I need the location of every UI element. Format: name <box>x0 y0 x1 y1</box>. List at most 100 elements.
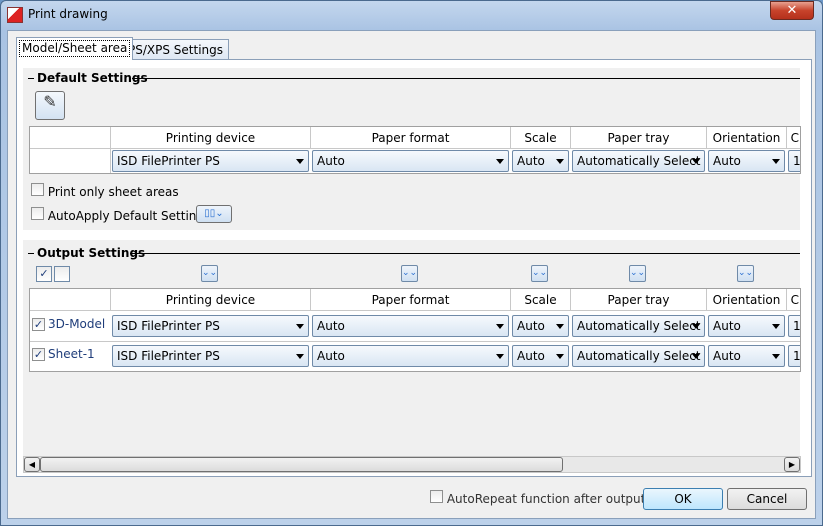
paper-value: Auto <box>317 349 345 363</box>
autorepeat-checkbox[interactable]: AutoRepeat function after output <box>430 490 645 506</box>
device-value: ISD FilePrinter PS <box>117 349 220 363</box>
column-header: Printing device <box>111 289 311 311</box>
print-only-sheet-areas-checkbox[interactable]: Print only sheet areas <box>31 183 179 199</box>
copies-value: 1 <box>793 319 801 333</box>
tray-value: Automatically Select <box>577 319 701 333</box>
chevron-down-icon <box>496 324 504 329</box>
edit-pen-button[interactable]: ✎ <box>35 91 65 120</box>
device-dropdown[interactable]: ISD FilePrinter PS <box>112 150 309 172</box>
row-checkbox[interactable]: ✓ <box>32 318 45 331</box>
chevron-down-icon <box>556 324 564 329</box>
pen-icon: ✎ <box>43 92 57 111</box>
column-header: Paper tray <box>571 127 707 149</box>
tray-dropdown[interactable]: Automatically Select <box>572 150 705 172</box>
apply-to-all-button[interactable]: ⌄⌄ <box>401 265 418 282</box>
chevron-down-icon <box>692 324 700 329</box>
row-divider <box>30 371 800 372</box>
column-header: Orientation <box>707 127 787 149</box>
tray-value: Automatically Select <box>577 154 701 168</box>
scrollbar-thumb[interactable] <box>40 457 563 472</box>
window-title: Print drawing <box>28 7 108 21</box>
chevron-down-icon <box>772 324 780 329</box>
chevron-down-icon <box>296 324 304 329</box>
autoapply-options-button[interactable]: ▯▯⌄ <box>196 205 232 223</box>
row-divider <box>30 173 800 174</box>
scroll-right-button[interactable]: ▶ <box>784 457 800 472</box>
orientation-value: Auto <box>713 349 741 363</box>
chevron-down-icon <box>496 159 504 164</box>
copies-value: 1 <box>793 349 801 363</box>
column-header <box>30 289 111 311</box>
output-settings-table: Printing device Paper format Scale Paper tr… <box>29 288 801 372</box>
row-divider <box>30 341 800 342</box>
row-checkbox[interactable]: ✓ <box>32 348 45 361</box>
apply-to-all-button[interactable]: ⌄⌄ <box>629 265 646 282</box>
close-button[interactable]: ✕ <box>770 1 814 20</box>
chevron-down-icon <box>692 159 700 164</box>
ok-button[interactable]: OK <box>643 488 723 510</box>
paper-dropdown[interactable]: Auto <box>312 315 509 337</box>
scale-value: Auto <box>517 154 545 168</box>
device-dropdown[interactable]: ISD FilePrinter PS <box>112 345 309 367</box>
paper-value: Auto <box>317 154 345 168</box>
column-header: Printing device <box>111 127 311 149</box>
apply-to-all-button[interactable]: ⌄⌄ <box>737 265 754 282</box>
orientation-dropdown[interactable]: Auto <box>708 315 785 337</box>
scale-dropdown[interactable]: Auto <box>512 345 569 367</box>
tray-dropdown[interactable]: Automatically Select <box>572 315 705 337</box>
chevron-down-icon <box>556 159 564 164</box>
column-header: Cl <box>787 127 800 149</box>
check-all-button[interactable]: ✓ <box>36 266 52 282</box>
orientation-dropdown[interactable]: Auto <box>708 150 785 172</box>
chevron-down-icon <box>772 159 780 164</box>
row-label-sheet-1[interactable]: ✓ Sheet-1 <box>32 347 95 361</box>
chevron-down-icon <box>692 354 700 359</box>
copies-dropdown[interactable]: 1 <box>788 315 801 337</box>
orientation-value: Auto <box>713 154 741 168</box>
column-header: Cl <box>787 289 800 311</box>
chevron-down-icon <box>296 159 304 164</box>
chevron-down-icon <box>296 354 304 359</box>
row-name: 3D-Model <box>48 317 106 331</box>
output-settings-title: Output Settings <box>37 246 146 260</box>
cancel-button[interactable]: Cancel <box>727 488 807 510</box>
device-value: ISD FilePrinter PS <box>117 154 220 168</box>
column-header: Paper tray <box>571 289 707 311</box>
column-header: Orientation <box>707 289 787 311</box>
row-label-3d-model[interactable]: ✓ 3D-Model <box>32 317 105 331</box>
chevron-down-icon <box>772 354 780 359</box>
apply-to-all-button[interactable]: ⌄⌄ <box>531 265 548 282</box>
device-dropdown[interactable]: ISD FilePrinter PS <box>112 315 309 337</box>
scale-value: Auto <box>517 319 545 333</box>
tray-dropdown[interactable]: Automatically Select <box>572 345 705 367</box>
device-value: ISD FilePrinter PS <box>117 319 220 333</box>
paper-dropdown[interactable]: Auto <box>312 150 509 172</box>
scale-dropdown[interactable]: Auto <box>512 150 569 172</box>
paper-value: Auto <box>317 319 345 333</box>
copies-dropdown[interactable]: 1 <box>788 150 801 172</box>
scroll-left-button[interactable]: ◀ <box>24 457 40 472</box>
apply-to-all-button[interactable]: ⌄⌄ <box>201 265 218 282</box>
tab-ps-xps-settings[interactable]: PS/XPS Settings <box>122 39 230 61</box>
chevron-down-icon <box>556 354 564 359</box>
copies-value: 1 <box>793 154 801 168</box>
default-settings-table: Printing device Paper format Scale Paper tr… <box>29 126 801 174</box>
chevron-down-icon <box>496 354 504 359</box>
paper-dropdown[interactable]: Auto <box>312 345 509 367</box>
column-header: Paper format <box>311 127 511 149</box>
orientation-value: Auto <box>713 319 741 333</box>
row-name: Sheet-1 <box>48 347 95 361</box>
column-header <box>30 127 111 149</box>
uncheck-all-button[interactable] <box>54 266 70 282</box>
copies-dropdown[interactable]: 1 <box>788 345 801 367</box>
autoapply-checkbox[interactable]: AutoApply Default Settings <box>31 207 210 223</box>
column-divider <box>110 127 111 173</box>
column-header: Scale <box>511 289 571 311</box>
tray-value: Automatically Select <box>577 349 701 363</box>
orientation-dropdown[interactable]: Auto <box>708 345 785 367</box>
column-header: Paper format <box>311 289 511 311</box>
tab-model-sheet-area[interactable]: Model/Sheet area <box>16 37 134 60</box>
column-header: Scale <box>511 127 571 149</box>
app-icon <box>7 7 23 23</box>
scale-dropdown[interactable]: Auto <box>512 315 569 337</box>
